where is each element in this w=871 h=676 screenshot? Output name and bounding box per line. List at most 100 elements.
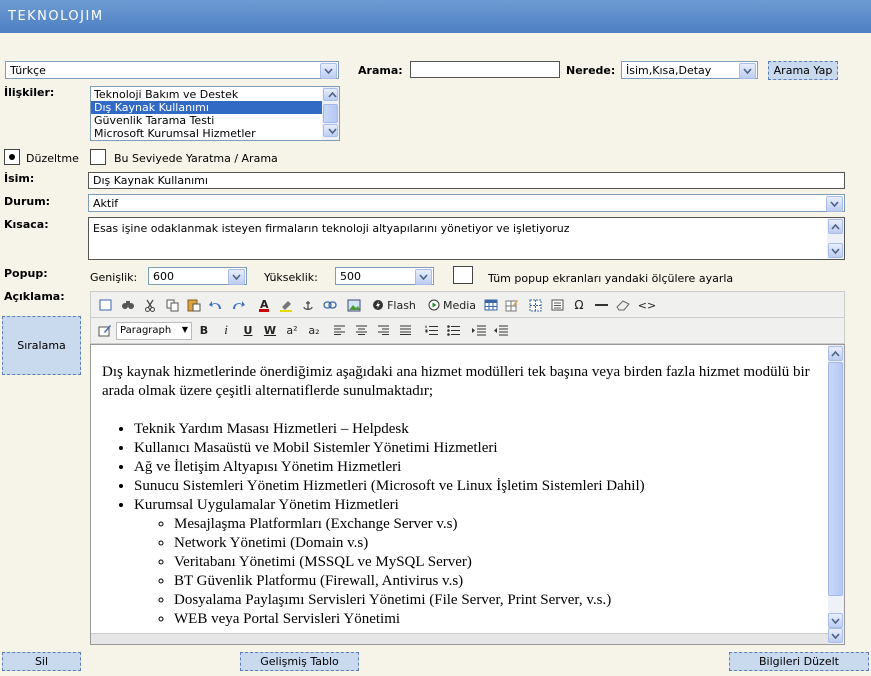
popup-height-label: Yükseklik: xyxy=(264,271,318,284)
styles-icon[interactable] xyxy=(95,320,115,340)
popup-width-select[interactable]: 600 xyxy=(148,267,247,285)
scroll-down-icon[interactable] xyxy=(323,124,338,137)
list-item: Kullanıcı Masaüstü ve Mobil Sistemler Yö… xyxy=(134,439,812,458)
anchor-icon[interactable] xyxy=(298,295,318,315)
unordered-list-icon[interactable] xyxy=(443,320,463,340)
relations-scrollbar[interactable] xyxy=(322,87,339,140)
scroll-down-icon[interactable] xyxy=(828,628,843,643)
advanced-table-button[interactable]: Gelişmiş Tablo xyxy=(240,652,359,671)
status-select[interactable]: Aktif xyxy=(88,194,845,212)
apply-all-checkbox[interactable] xyxy=(453,266,473,284)
find-icon[interactable] xyxy=(118,295,138,315)
editor-scrollbar[interactable] xyxy=(828,345,844,644)
image-icon[interactable] xyxy=(344,295,364,315)
create-radio-label: Bu Seviyede Yaratma / Arama xyxy=(114,152,278,165)
copy-icon[interactable] xyxy=(162,295,182,315)
delete-button[interactable]: Sil xyxy=(2,652,81,671)
scroll-thumb[interactable] xyxy=(323,104,338,123)
list-item[interactable]: Teknoloji Bakım ve Destek xyxy=(91,88,323,101)
table-icon[interactable] xyxy=(481,295,501,315)
app-title: TEKNOLOJIM xyxy=(8,9,104,24)
paste-icon[interactable] xyxy=(184,295,204,315)
undo-icon[interactable] xyxy=(206,295,226,315)
popup-label: Popup: xyxy=(4,267,48,280)
sub-list-item: WEB veya Portal Servisleri Yönetimi xyxy=(174,610,812,629)
create-radio[interactable] xyxy=(90,149,106,165)
edit-radio-label: Düzeltme xyxy=(26,152,79,165)
relations-label: İlişkiler: xyxy=(4,86,55,99)
list-item: Ağ ve İletişim Altyapısı Yönetim Hizmetl… xyxy=(134,458,812,477)
list-item: Teknik Yardım Masası Hizmetleri – Helpde… xyxy=(134,420,812,439)
indent-icon[interactable] xyxy=(469,320,489,340)
align-left-icon[interactable] xyxy=(329,320,349,340)
list-item: Kurumsal Uygulamalar Yönetim Hizmetleri … xyxy=(134,496,812,629)
align-justify-icon[interactable] xyxy=(395,320,415,340)
align-center-icon[interactable] xyxy=(351,320,371,340)
summary-scrollbar[interactable] xyxy=(827,218,844,259)
text-color-icon[interactable]: A xyxy=(254,295,274,315)
list-item: Sunucu Sistemleri Yönetim Hizmetleri (Mi… xyxy=(134,477,812,496)
scroll-down-icon[interactable] xyxy=(828,613,843,628)
bold-icon[interactable]: B xyxy=(194,320,214,340)
flash-button[interactable]: Flash xyxy=(371,295,417,315)
background-color-icon[interactable] xyxy=(276,295,296,315)
scroll-up-icon[interactable] xyxy=(828,219,843,234)
eraser-icon[interactable] xyxy=(613,295,633,315)
code-icon[interactable]: <> xyxy=(637,295,657,315)
redo-icon[interactable] xyxy=(228,295,248,315)
scroll-up-icon[interactable] xyxy=(323,88,338,101)
special-char-icon[interactable]: Ω xyxy=(569,295,589,315)
editor-content[interactable]: Dış kaynak hizmetlerinde önerdiğimiz aşa… xyxy=(90,344,845,645)
list-item[interactable]: Microsoft Kurumsal Hizmetler xyxy=(91,127,323,140)
sub-list-item: Dosyalama Paylaşımı Servisleri Yönetimi … xyxy=(174,591,812,610)
chevron-down-icon xyxy=(415,269,432,285)
list-item-selected[interactable]: Dış Kaynak Kullanımı xyxy=(91,101,323,114)
scroll-up-icon[interactable] xyxy=(828,346,843,361)
underline-icon[interactable]: U xyxy=(238,320,258,340)
popup-height-select[interactable]: 500 xyxy=(335,267,434,285)
status-label: Durum: xyxy=(4,195,51,208)
superscript-icon[interactable]: a² xyxy=(282,320,302,340)
list-item[interactable]: Güvenlik Tarama Testi xyxy=(91,114,323,127)
search-button[interactable]: Arama Yap xyxy=(768,61,838,80)
popup-width-label: Genişlik: xyxy=(90,271,138,284)
language-select[interactable]: Türkçe xyxy=(5,61,339,79)
format-select[interactable]: Paragraph ▼ xyxy=(116,322,192,340)
outdent-icon[interactable] xyxy=(491,320,511,340)
sub-list-item: Mesajlaşma Platformları (Exchange Server… xyxy=(174,515,812,534)
sub-list-item: BT Güvenlik Platformu (Firewall, Antivir… xyxy=(174,572,812,591)
subscript-icon[interactable]: a₂ xyxy=(304,320,324,340)
description-label: Açıklama: xyxy=(4,290,65,303)
service-list: Teknik Yardım Masası Hizmetleri – Helpde… xyxy=(102,420,812,629)
edit-radio[interactable] xyxy=(4,149,20,165)
italic-icon[interactable]: i xyxy=(216,320,236,340)
horizontal-rule-list-icon[interactable] xyxy=(547,295,567,315)
strikethrough-icon[interactable]: W xyxy=(260,320,280,340)
visual-aid-icon[interactable] xyxy=(525,295,545,315)
relations-listbox[interactable]: Teknoloji Bakım ve Destek Dış Kaynak Kul… xyxy=(90,86,340,141)
sort-button[interactable]: Sıralama xyxy=(2,316,81,375)
sub-list-item: Veritabanı Yönetimi (MSSQL ve MySQL Serv… xyxy=(174,553,812,572)
summary-textarea[interactable]: Esas işine odaklanmak isteyen firmaların… xyxy=(88,217,845,260)
chevron-down-icon xyxy=(320,63,337,79)
align-right-icon[interactable] xyxy=(373,320,393,340)
search-where-label: Nerede: xyxy=(566,64,616,77)
save-button[interactable]: Bilgileri Düzelt xyxy=(729,652,869,671)
media-button[interactable]: Media xyxy=(427,295,477,315)
name-label: İsim: xyxy=(4,172,35,185)
scroll-down-icon[interactable] xyxy=(828,243,843,258)
name-input[interactable]: Dış Kaynak Kullanımı xyxy=(88,172,845,189)
ordered-list-icon[interactable] xyxy=(421,320,441,340)
editor-toolbar-row-1: A Flash Media Ω <> xyxy=(90,291,845,318)
cut-icon[interactable] xyxy=(140,295,160,315)
sub-service-list: Mesajlaşma Platformları (Exchange Server… xyxy=(134,515,812,629)
editor-status-bar xyxy=(91,633,828,644)
search-input[interactable] xyxy=(410,61,560,78)
table-edit-icon[interactable] xyxy=(502,295,522,315)
source-icon[interactable] xyxy=(95,295,115,315)
search-where-select[interactable]: İsim,Kısa,Detay xyxy=(621,61,758,79)
scroll-thumb[interactable] xyxy=(828,362,843,596)
horizontal-rule-icon[interactable] xyxy=(591,295,611,315)
app-header: TEKNOLOJIM xyxy=(0,0,871,33)
link-icon[interactable] xyxy=(320,295,340,315)
